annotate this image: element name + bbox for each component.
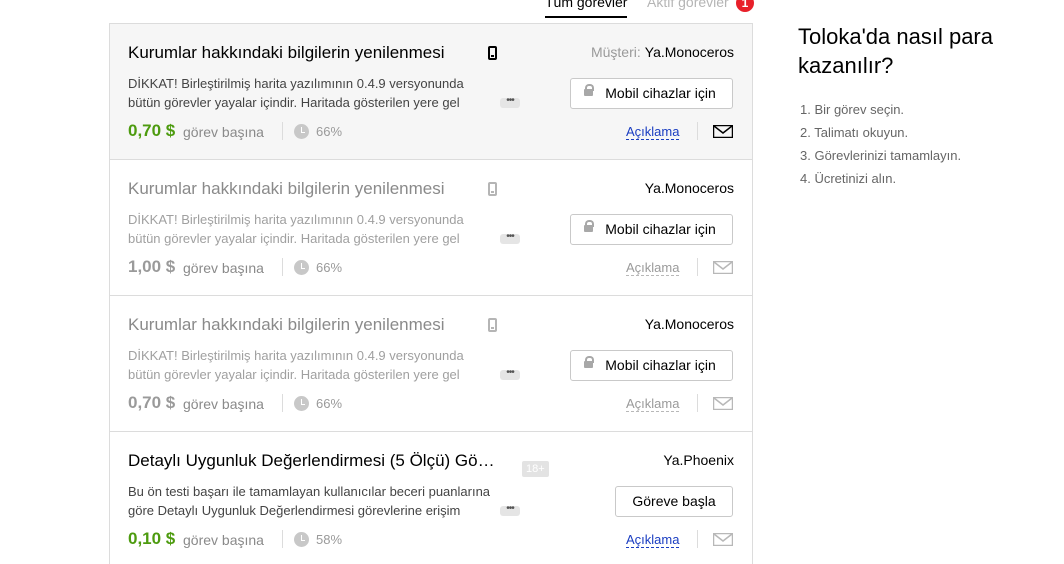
- step-item: 2. Talimatı okuyun.: [800, 125, 909, 140]
- button-label: Mobil cihazlar için: [605, 221, 716, 237]
- description-link[interactable]: Açıklama: [626, 396, 680, 412]
- approval-percent: 66%: [316, 260, 343, 275]
- mail-icon[interactable]: [713, 533, 733, 546]
- lock-icon: [584, 220, 594, 232]
- task-title[interactable]: Kurumlar hakkındaki bilgilerin yenilenme…: [128, 43, 445, 63]
- description-line: Bu ön testi başarı ile tamamlayan kullan…: [128, 484, 491, 499]
- task-card[interactable]: Kurumlar hakkındaki bilgilerin yenilenme…: [110, 160, 752, 296]
- task-list: Kurumlar hakkındaki bilgilerin yenilenme…: [109, 23, 753, 564]
- description-link[interactable]: Açıklama: [626, 532, 680, 548]
- per-task-label: görev başına: [183, 124, 264, 140]
- clock-icon: [294, 532, 309, 547]
- task-title[interactable]: Kurumlar hakkındaki bilgilerin yenilenme…: [128, 315, 445, 335]
- task-card[interactable]: Kurumlar hakkındaki bilgilerin yenilenme…: [110, 24, 752, 160]
- approval-percent: 66%: [316, 124, 343, 139]
- description-line: DİKKAT! Birleştirilmiş harita yazılımını…: [128, 348, 464, 363]
- description-line: bütün görevler yayalar içindir. Haritada…: [128, 367, 460, 382]
- mobile-devices-button[interactable]: Mobil cihazlar için: [570, 214, 733, 245]
- task-card[interactable]: Detaylı Uygunluk Değerlendirmesi (5 Ölçü…: [110, 432, 752, 564]
- task-price: 0,10 $: [128, 529, 176, 548]
- task-description: Bu ön testi başarı ile tamamlayan kullan…: [128, 482, 500, 520]
- sidebar-title: Toloka'da nasıl para kazanılır?: [798, 24, 993, 78]
- description-link[interactable]: Açıklama: [626, 124, 680, 140]
- task-customer: Müşteri: Ya.Monoceros: [591, 44, 734, 60]
- mobile-phone-icon: [488, 46, 497, 60]
- divider: [282, 530, 283, 548]
- per-task-label: görev başına: [183, 260, 264, 276]
- task-card[interactable]: Kurumlar hakkındaki bilgilerin yenilenme…: [110, 296, 752, 432]
- step-item: 3. Görevlerinizi tamamlayın.: [800, 148, 962, 163]
- task-title[interactable]: Detaylı Uygunluk Değerlendirmesi (5 Ölçü…: [128, 451, 495, 471]
- button-label: Mobil cihazlar için: [605, 357, 716, 373]
- task-customer: Ya.Phoenix: [663, 452, 734, 468]
- task-customer: Ya.Monoceros: [645, 180, 734, 196]
- approval-percent: 66%: [316, 396, 343, 411]
- start-task-button[interactable]: Göreve başla: [615, 486, 733, 517]
- clock-icon: [294, 396, 309, 411]
- description-line: bütün görevler yayalar içindir. Haritada…: [128, 95, 460, 110]
- customer-name: Ya.Phoenix: [663, 452, 734, 468]
- step-item: 1. Bir görev seçin.: [800, 102, 905, 117]
- task-price: 1,00 $: [128, 257, 176, 276]
- mobile-devices-button[interactable]: Mobil cihazlar için: [570, 78, 733, 109]
- task-price: 0,70 $: [128, 121, 176, 140]
- mail-icon[interactable]: [713, 397, 733, 410]
- approval-percent: 58%: [316, 532, 343, 547]
- lock-icon: [584, 356, 594, 368]
- mail-icon[interactable]: [713, 261, 733, 274]
- expand-description-button[interactable]: •••: [500, 232, 520, 244]
- divider: [697, 530, 698, 548]
- divider: [697, 258, 698, 276]
- clock-icon: [294, 124, 309, 139]
- customer-label: Müşteri:: [590, 44, 641, 60]
- tab-all-tasks[interactable]: Tüm görevler: [545, 0, 628, 18]
- clock-icon: [294, 260, 309, 275]
- age-restriction-badge: 18+: [522, 461, 549, 477]
- customer-name: Ya.Monoceros: [644, 316, 734, 332]
- divider: [697, 122, 698, 140]
- description-line: DİKKAT! Birleştirilmiş harita yazılımını…: [128, 212, 464, 227]
- divider: [282, 258, 283, 276]
- expand-description-button[interactable]: •••: [500, 504, 520, 516]
- per-task-label: görev başına: [183, 396, 264, 412]
- description-link[interactable]: Açıklama: [626, 260, 680, 276]
- step-item: 4. Ücretinizi alın.: [800, 171, 897, 186]
- description-line: DİKKAT! Birleştirilmiş harita yazılımını…: [128, 76, 464, 91]
- how-to-earn-steps: 1. Bir görev seçin. 2. Talimatı okuyun. …: [800, 100, 961, 192]
- mobile-phone-icon: [488, 318, 497, 332]
- task-title[interactable]: Kurumlar hakkındaki bilgilerin yenilenme…: [128, 179, 445, 199]
- divider: [697, 394, 698, 412]
- active-count-badge: 1: [736, 0, 754, 12]
- description-line: bütün görevler yayalar içindir. Haritada…: [128, 231, 460, 246]
- expand-description-button[interactable]: •••: [500, 368, 520, 380]
- divider: [282, 394, 283, 412]
- task-description: DİKKAT! Birleştirilmiş harita yazılımını…: [128, 346, 500, 384]
- customer-name: Ya.Monoceros: [644, 180, 734, 196]
- task-description: DİKKAT! Birleştirilmiş harita yazılımını…: [128, 74, 500, 112]
- divider: [282, 122, 283, 140]
- mobile-devices-button[interactable]: Mobil cihazlar için: [570, 350, 733, 381]
- button-label: Mobil cihazlar için: [605, 85, 716, 101]
- mobile-phone-icon: [488, 182, 497, 196]
- customer-name: Ya.Monoceros: [644, 44, 734, 60]
- task-price: 0,70 $: [128, 393, 176, 412]
- expand-description-button[interactable]: •••: [500, 96, 520, 108]
- task-description: DİKKAT! Birleştirilmiş harita yazılımını…: [128, 210, 500, 248]
- per-task-label: görev başına: [183, 532, 264, 548]
- lock-icon: [584, 84, 594, 96]
- task-customer: Ya.Monoceros: [645, 316, 734, 332]
- mail-icon[interactable]: [713, 125, 733, 138]
- description-line: göre Detaylı Uygunluk Değerlendirmesi gö…: [128, 503, 461, 518]
- tab-active-tasks[interactable]: Aktif görevler: [647, 0, 729, 10]
